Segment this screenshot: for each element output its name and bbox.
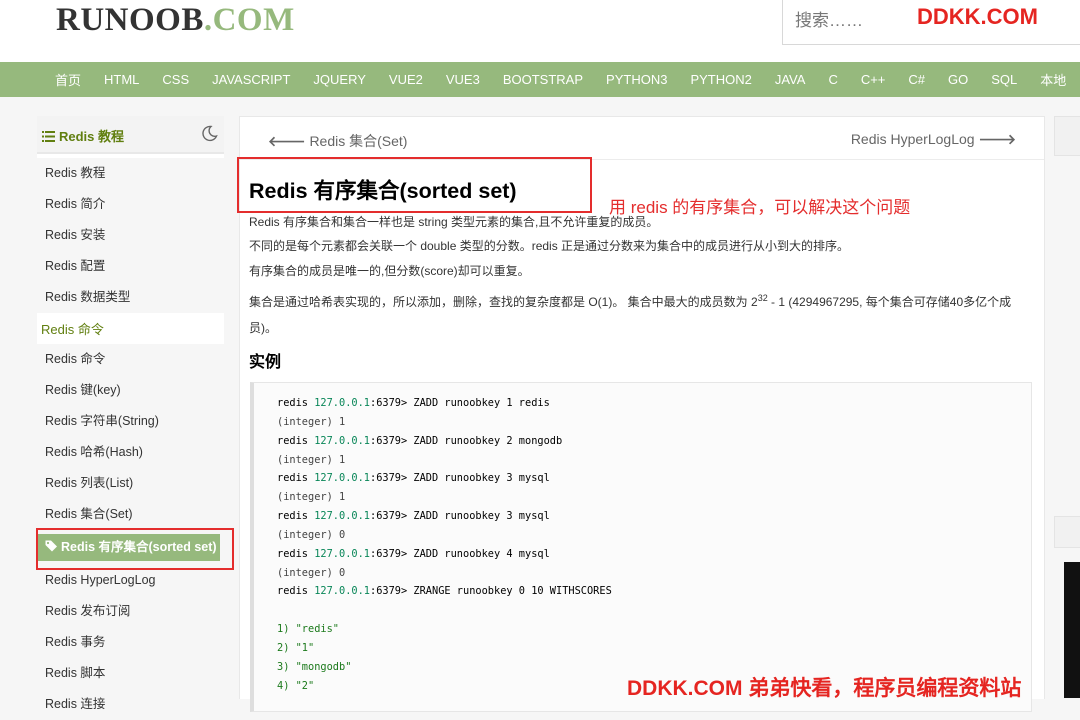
section-heading-example: 实例 [249, 354, 282, 371]
logo-suffix: .COM [203, 2, 295, 38]
prev-link[interactable]: 🡐 Redis 集合(Set) [268, 131, 407, 151]
code-line: redis 127.0.0.1:6379> ZADD runoobkey 3 m… [277, 510, 550, 522]
right-panel-stub-lower [1054, 516, 1080, 548]
prev-next-bar: 🡐 Redis 集合(Set) Redis HyperLogLog 🡒 [240, 117, 1044, 160]
nav-item-csharp[interactable]: C# [908, 72, 925, 87]
nav-item-sql[interactable]: SQL [991, 72, 1017, 87]
sidebar-section-commands: Redis 命令 [37, 313, 224, 344]
code-line: (integer) 0 [277, 529, 346, 541]
code-line: redis 127.0.0.1:6379> ZADD runoobkey 2 m… [277, 435, 563, 447]
code-line: (integer) 1 [277, 491, 346, 503]
sidebar-title-text: Redis 教程 [59, 129, 125, 144]
arrow-left-icon: 🡐 [268, 133, 306, 149]
page-title: Redis 有序集合(sorted set) [249, 179, 517, 203]
sidebar-item-pubsub[interactable]: Redis 发布订阅 [37, 596, 220, 627]
site-logo[interactable]: RUNOOB.COM [56, 2, 295, 39]
paragraph-3: 有序集合的成员是唯一的,但分数(score)却可以重复。 [249, 264, 530, 278]
code-line: 3) "mongodb" [277, 661, 352, 673]
code-line: redis 127.0.0.1:6379> ZADD runoobkey 4 m… [277, 548, 550, 560]
sidebar-item-scripting[interactable]: Redis 脚本 [37, 658, 220, 689]
next-link-label: Redis HyperLogLog [850, 131, 975, 147]
nav-item-css[interactable]: CSS [162, 72, 189, 87]
sidebar-item-tutorial[interactable]: Redis 教程 [37, 158, 220, 189]
sidebar-item-string[interactable]: Redis 字符串(String) [37, 406, 220, 437]
paragraph-4: 集合是通过哈希表实现的，所以添加，删除，查找的复杂度都是 O(1)。 集合中最大… [249, 289, 1029, 341]
main-content: 🡐 Redis 集合(Set) Redis HyperLogLog 🡒 Redi… [237, 116, 1045, 712]
list-icon [42, 131, 55, 142]
sidebar-header: Redis 教程 [37, 116, 224, 154]
next-link[interactable]: Redis HyperLogLog 🡒 [851, 131, 1016, 148]
sidebar-item-set[interactable]: Redis 集合(Set) [37, 499, 220, 530]
header: RUNOOB.COM DDKK.COM [0, 0, 1080, 62]
logo-main: RUNOOB [56, 2, 204, 38]
nav-item-vue3[interactable]: VUE3 [446, 72, 480, 87]
nav-item-python2[interactable]: PYTHON2 [690, 72, 751, 87]
moon-icon[interactable] [201, 125, 218, 142]
paragraph-4-exponent: 32 [757, 293, 768, 303]
code-line: 2) "1" [277, 642, 315, 654]
nav-item-cpp[interactable]: C++ [861, 72, 886, 87]
prev-link-label: Redis 集合(Set) [309, 133, 408, 149]
code-line: (integer) 1 [277, 416, 346, 428]
sidebar-item-key[interactable]: Redis 键(key) [37, 375, 220, 406]
nav-item-vue2[interactable]: VUE2 [389, 72, 423, 87]
main-nav: 首页 HTML CSS JAVASCRIPT JQUERY VUE2 VUE3 … [0, 62, 1080, 97]
nav-item-jquery[interactable]: JQUERY [313, 72, 366, 87]
nav-item-go[interactable]: GO [948, 72, 968, 87]
nav-item-javascript[interactable]: JAVASCRIPT [212, 72, 290, 87]
code-line: 4) "2" [277, 680, 315, 692]
watermark-top: DDKK.COM [917, 4, 1038, 29]
right-dark-panel [1064, 562, 1080, 698]
sidebar-item-list[interactable]: Redis 列表(List) [37, 468, 220, 499]
code-line: redis 127.0.0.1:6379> ZRANGE runoobkey 0… [277, 585, 612, 597]
sidebar: Redis 教程 Redis 教程 Redis 简介 Redis 安装 Redi… [37, 116, 224, 720]
sidebar-item-hash[interactable]: Redis 哈希(Hash) [37, 437, 220, 468]
right-panel-stub [1054, 116, 1080, 156]
paragraph-1: Redis 有序集合和集合一样也是 string 类型元素的集合,且不允许重复的… [249, 215, 659, 229]
sidebar-item-datatypes[interactable]: Redis 数据类型 [37, 282, 220, 313]
sidebar-item-connection[interactable]: Redis 连接 [37, 689, 220, 720]
paragraph-4-text-a: 集合是通过哈希表实现的，所以添加，删除，查找的复杂度都是 O(1)。 集合中最大… [249, 295, 758, 309]
code-line: (integer) 0 [277, 567, 346, 579]
sidebar-item-install[interactable]: Redis 安装 [37, 220, 220, 251]
code-line: redis 127.0.0.1:6379> ZADD runoobkey 3 m… [277, 472, 550, 484]
code-line: (integer) 1 [277, 454, 346, 466]
sidebar-item-config[interactable]: Redis 配置 [37, 251, 220, 282]
nav-item-html[interactable]: HTML [104, 72, 139, 87]
search-input[interactable] [795, 10, 905, 32]
sidebar-item-transactions[interactable]: Redis 事务 [37, 627, 220, 658]
code-line: 1) "redis" [277, 623, 339, 635]
nav-item-local[interactable]: 本地 [1040, 70, 1066, 89]
nav-item-java[interactable]: JAVA [775, 72, 806, 87]
nav-item-bootstrap[interactable]: BOOTSTRAP [503, 72, 583, 87]
code-block: redis 127.0.0.1:6379> ZADD runoobkey 1 r… [250, 382, 1032, 712]
nav-item-python3[interactable]: PYTHON3 [606, 72, 667, 87]
sidebar-item-intro[interactable]: Redis 简介 [37, 189, 220, 220]
sidebar-item-commands[interactable]: Redis 命令 [37, 344, 220, 375]
paragraph-2: 不同的是每个元素都会关联一个 double 类型的分数。redis 正是通过分数… [249, 239, 850, 253]
arrow-right-icon: 🡒 [978, 131, 1016, 147]
sidebar-title: Redis 教程 [42, 126, 124, 145]
nav-item-home[interactable]: 首页 [55, 70, 81, 89]
annotation-box-sidebar [36, 528, 234, 570]
nav-item-c[interactable]: C [828, 72, 837, 87]
code-line: redis 127.0.0.1:6379> ZADD runoobkey 1 r… [277, 397, 550, 409]
